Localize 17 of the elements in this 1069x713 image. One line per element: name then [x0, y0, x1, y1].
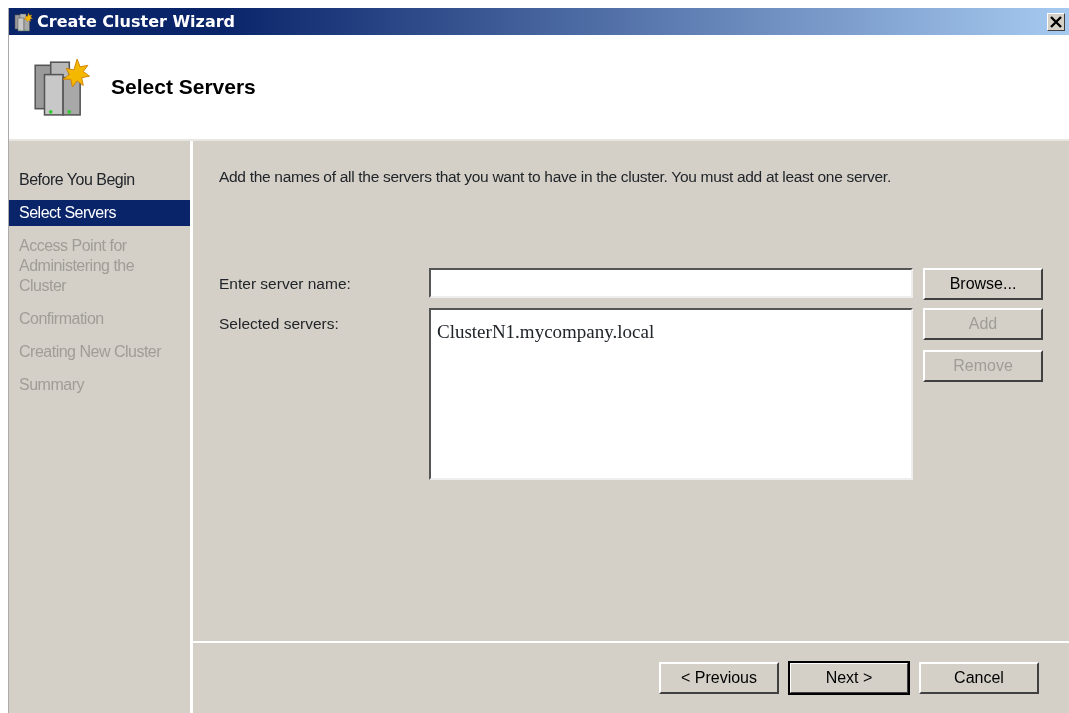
server-name-field[interactable] [429, 268, 913, 299]
window-title: Create Cluster Wizard [37, 10, 236, 33]
server-list[interactable]: ClusterN1.mycompany.local [429, 308, 913, 481]
close-icon [1050, 15, 1062, 28]
server-icon [13, 12, 33, 33]
field-label: Enter server name: [219, 274, 352, 295]
wizard-step[interactable]: Select Servers [9, 200, 190, 226]
browse-button[interactable]: Browse... [923, 268, 1043, 301]
field-label: Selected servers: [219, 314, 340, 335]
cancel-button[interactable]: Cancel [919, 662, 1039, 694]
list-item[interactable]: ClusterN1.mycompany.local [437, 318, 905, 347]
next-button[interactable]: Next > [789, 662, 909, 694]
close-button[interactable] [1047, 12, 1065, 31]
previous-button[interactable]: < Previous [659, 662, 779, 694]
page-title: Select Servers [111, 74, 256, 101]
instruction-text: Add the names of all the servers that you want to have in the cluster. You must add at least one server. [219, 167, 892, 187]
wizard-step[interactable]: Before You Begin [9, 167, 190, 193]
